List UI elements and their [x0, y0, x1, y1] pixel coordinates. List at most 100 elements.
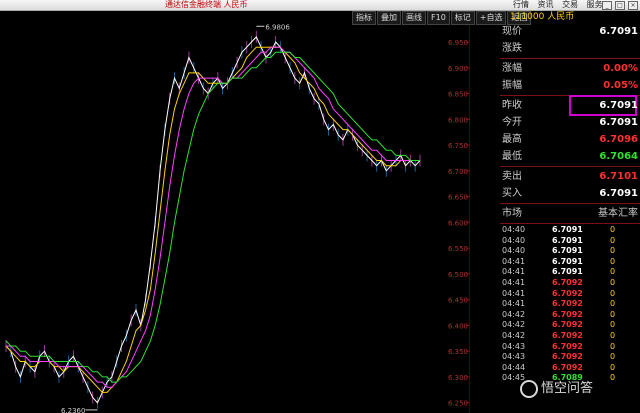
quote-label: 涨幅 [502, 63, 522, 74]
menu-item-trade[interactable]: 交易 [562, 0, 578, 9]
tick-row[interactable]: 04:43 6.7092 0 [500, 352, 640, 363]
tick-volume: 0 [610, 246, 616, 256]
tick-volume: 0 [610, 225, 616, 234]
ma-line-3 [5, 51, 420, 383]
tick-price: 6.7092 [552, 299, 583, 309]
tick-price: 6.7092 [552, 341, 583, 351]
tick-volume: 0 [610, 299, 616, 309]
tick-row[interactable]: 04:43 6.7092 0 [500, 342, 640, 353]
menu-item-service[interactable]: 服务 [587, 0, 603, 9]
close-button[interactable]: × [628, 1, 638, 10]
tick-time: 04:41 [502, 267, 526, 277]
menu-item-news[interactable]: 资讯 [538, 0, 554, 9]
tick-price: 6.7092 [552, 352, 583, 362]
quote-label: 振幅 [502, 80, 522, 91]
quote-value: 6.7091 [599, 26, 638, 37]
tick-time: 04:44 [502, 362, 526, 372]
quote-label: 买入 [502, 188, 522, 199]
tick-volume: 0 [610, 341, 616, 351]
tick-price: 6.7091 [552, 256, 583, 266]
low-label: 6.2360 [61, 407, 86, 413]
tick-row[interactable]: 04:44 6.7092 0 [500, 363, 640, 374]
quote-label: 最低 [502, 151, 522, 162]
quote-value: 0.05% [603, 80, 638, 91]
maximize-button[interactable]: □ [615, 1, 625, 10]
tick-time: 04:43 [502, 352, 526, 362]
tick-row[interactable]: 04:41 6.7092 0 [500, 278, 640, 289]
price-chart[interactable]: 6.950 6.900 6.850 6.800 6.750 6.700 6.650 6.600… [0, 24, 470, 413]
tick-volume: 0 [610, 373, 616, 383]
tick-price: 6.7091 [552, 225, 583, 234]
tick-volume: 0 [610, 288, 616, 298]
tick-list[interactable]: 04:40 6.7091 0 04:40 6.7091 0 04:40 6.7091 0 04:4… [500, 225, 640, 384]
draw-line-button[interactable]: 画线 [402, 11, 426, 25]
quote-row: 现价 6.7091 [500, 23, 640, 40]
divider [500, 58, 640, 59]
y-tick-label: 6.300 [448, 374, 468, 382]
tick-volume: 0 [610, 362, 616, 372]
tick-row[interactable]: 04:41 6.7092 0 [500, 299, 640, 310]
top-menu: 行情 资讯 交易 服务 [513, 0, 609, 10]
tick-row[interactable]: 04:40 6.7091 0 [500, 236, 640, 247]
quote-row: 卖出 6.7101 [500, 168, 640, 185]
quote-label: 昨收 [502, 100, 522, 111]
y-tick-label: 6.350 [448, 348, 468, 356]
quote-row: 最低 6.7064 [500, 148, 640, 165]
tick-row[interactable]: 04:41 6.7092 0 [500, 289, 640, 300]
quote-value: 0.00% [603, 63, 638, 74]
ma-line-2 [6, 46, 420, 388]
tick-price: 6.7091 [552, 235, 583, 245]
tick-time: 04:41 [502, 299, 526, 309]
indicator-button[interactable]: 指标 [352, 11, 376, 25]
quote-row: 昨收 6.7091 [500, 95, 640, 116]
menu-item-quotes[interactable]: 行情 [513, 0, 529, 9]
watermark: 悟空问答 [520, 377, 593, 398]
tick-volume: 0 [610, 352, 616, 362]
tick-volume: 0 [610, 235, 616, 245]
y-tick-label: 6.550 [448, 245, 468, 253]
tick-row[interactable]: 04:42 6.7092 0 [500, 331, 640, 342]
tick-price: 6.7092 [552, 330, 583, 340]
tick-time: 04:40 [502, 246, 526, 256]
y-tick-label: 6.650 [448, 194, 468, 202]
title-bar: 通达信金融终端 人民币 行情 资讯 交易 服务 _ □ × [0, 0, 640, 11]
tick-time: 04:43 [502, 341, 526, 351]
divider [500, 223, 640, 224]
quote-label: 涨跌 [502, 43, 522, 54]
f10-button[interactable]: F10 [427, 11, 450, 25]
minimize-button[interactable]: _ [602, 1, 612, 10]
y-tick-label: 6.600 [448, 219, 468, 227]
y-tick-label: 6.250 [448, 400, 468, 408]
tick-volume: 0 [610, 330, 616, 340]
quote-row: 振幅 0.05% [500, 77, 640, 94]
quote-value: 6.7091 [599, 100, 638, 111]
tick-row[interactable]: 04:41 6.7091 0 [500, 267, 640, 278]
tick-time: 04:41 [502, 277, 526, 287]
quote-label: 今开 [502, 117, 522, 128]
security-name: 人民币 [547, 12, 575, 22]
tick-volume: 0 [610, 256, 616, 266]
tick-price: 6.7092 [552, 277, 583, 287]
tick-row[interactable]: 04:41 6.7091 0 [500, 257, 640, 268]
security-code: 111000 [510, 12, 545, 22]
price-chart-svg: 6.950 6.900 6.850 6.800 6.750 6.700 6.650 6.600… [5, 24, 470, 413]
tick-time: 04:41 [502, 288, 526, 298]
market-label: 市场 [502, 208, 522, 219]
tick-time: 04:42 [502, 320, 526, 330]
quote-value: 6.7101 [599, 171, 638, 182]
tick-volume: 0 [610, 309, 616, 319]
overlay-button[interactable]: 叠加 [377, 11, 401, 25]
tick-volume: 0 [610, 320, 616, 330]
y-tick-label: 6.850 [448, 91, 468, 99]
ma-line-1 [5, 46, 420, 393]
y-tick-label: 6.400 [448, 322, 468, 330]
tick-row[interactable]: 04:40 6.7091 0 [500, 225, 640, 236]
tick-time: 04:41 [502, 256, 526, 266]
y-tick-label: 6.500 [448, 271, 468, 279]
tick-row[interactable]: 04:42 6.7092 0 [500, 310, 640, 321]
mark-button[interactable]: 标记 [450, 11, 475, 25]
tick-row[interactable]: 04:42 6.7092 0 [500, 320, 640, 331]
tick-row[interactable]: 04:40 6.7091 0 [500, 246, 640, 257]
quote-row: 今开 6.7091 [500, 114, 640, 131]
security-header: 111000 人民币 [500, 11, 640, 23]
